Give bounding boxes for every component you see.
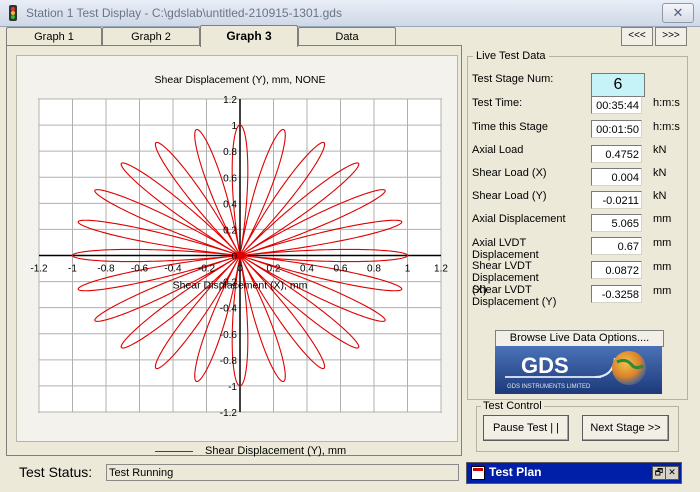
- axial-lvdt-value: 0.67: [591, 237, 642, 255]
- axial-displacement-value: 5.065: [591, 214, 642, 232]
- chart-area: -1.2 -1 -0.8 -0.6 -0.4 -0.2 0 0.2 0.4 0.6 0.8 1 1.2 1…: [16, 55, 458, 442]
- test-status-label: Test Status:: [19, 464, 93, 480]
- stage-num-label: Test Stage Num:: [472, 73, 554, 85]
- browse-live-data-options-button[interactable]: Browse Live Data Options....: [495, 330, 664, 347]
- y-tick-label: -0.4: [220, 304, 238, 315]
- stage-num-value: 6: [591, 73, 645, 97]
- shear-load-y-unit: kN: [653, 190, 667, 202]
- traffic-light-icon: [9, 5, 17, 21]
- tab-graph-2[interactable]: Graph 2: [102, 27, 200, 46]
- x-tick-label: 0.2: [267, 264, 281, 275]
- axial-displacement-label: Axial Displacement: [472, 213, 566, 225]
- test-plan-restore-button[interactable]: 🗗: [652, 466, 666, 480]
- chart-title: Shear Displacement (Y), mm, NONE: [155, 74, 326, 86]
- x-tick-label: 1.2: [434, 264, 448, 275]
- window-title: Station 1 Test Display - C:\gdslab\untit…: [26, 6, 342, 20]
- window-close-button[interactable]: ✕: [662, 3, 694, 23]
- x-axis-label: Shear Displacement (X), mm: [173, 280, 308, 292]
- shear-displacement-chart: -1.2 -1 -0.8 -0.6 -0.4 -0.2 0 0.2 0.4 0.6 0.8 1 1.2 1…: [30, 74, 448, 419]
- x-tick-label: 0.4: [300, 264, 314, 275]
- test-time-value: 00:35:44: [591, 96, 642, 114]
- test-status-field: Test Running: [106, 464, 459, 481]
- shear-load-x-value: 0.004: [591, 168, 642, 186]
- y-tick-label: 0.8: [223, 147, 237, 158]
- gds-logo-subtext: GDS INSTRUMENTS LIMITED: [507, 384, 591, 390]
- stage-time-unit: h:m:s: [653, 121, 680, 133]
- test-plan-title: Test Plan: [489, 465, 542, 479]
- y-tick-label: -0.6: [220, 330, 238, 341]
- shear-load-y-value: -0.0211: [591, 191, 642, 209]
- next-stage-button[interactable]: Next Stage >>: [582, 415, 669, 441]
- scroll-tabs-left-button[interactable]: <<<: [621, 27, 653, 46]
- shear-lvdt-x-unit: mm: [653, 261, 672, 273]
- y-tick-label: 0.4: [223, 199, 237, 210]
- live-data-title: Live Test Data: [473, 50, 549, 62]
- x-tick-label: 1: [405, 264, 411, 275]
- test-control-title: Test Control: [481, 400, 544, 412]
- y-tick-label: 0.6: [223, 173, 237, 184]
- test-plan-close-button[interactable]: ✕: [665, 466, 679, 480]
- x-tick-label: 0.6: [334, 264, 348, 275]
- axial-lvdt-unit: mm: [653, 237, 672, 249]
- axial-load-value: 0.4752: [591, 145, 642, 163]
- scroll-tabs-right-button[interactable]: >>>: [655, 27, 687, 46]
- axial-displacement-unit: mm: [653, 213, 672, 225]
- x-tick-label: 0: [237, 264, 243, 275]
- axial-load-unit: kN: [653, 144, 667, 156]
- shear-load-y-label: Shear Load (Y): [472, 190, 547, 202]
- test-plan-icon: [471, 466, 485, 480]
- shear-load-x-label: Shear Load (X): [472, 167, 547, 179]
- legend-label: Shear Displacement (Y), mm: [205, 445, 347, 457]
- stage-time-label: Time this Stage: [472, 121, 549, 133]
- test-time-label: Test Time:: [472, 97, 523, 109]
- tab-data[interactable]: Data: [298, 27, 396, 46]
- y-tick-label: -1: [228, 382, 237, 393]
- tab-graph-1[interactable]: Graph 1: [6, 27, 102, 46]
- stage-time-value: 00:01:50: [591, 120, 642, 138]
- gds-logo-text: GDS: [521, 353, 569, 378]
- y-tick-label: 0: [231, 252, 237, 263]
- pause-test-button[interactable]: Pause Test | |: [483, 415, 569, 441]
- axial-load-label: Axial Load: [472, 144, 524, 156]
- y-tick-label: -0.8: [220, 356, 238, 367]
- tab-graph-3[interactable]: Graph 3: [200, 25, 298, 47]
- test-time-unit: h:m:s: [653, 97, 680, 109]
- x-tick-label: -1.2: [30, 264, 48, 275]
- y-tick-label: 1.2: [223, 95, 237, 106]
- legend-line-marker: [155, 451, 193, 452]
- x-tick-label: -0.4: [164, 264, 182, 275]
- x-tick-label: -1: [68, 264, 77, 275]
- axial-lvdt-label: Axial LVDT Displacement: [472, 237, 539, 261]
- x-tick-label: -0.6: [131, 264, 149, 275]
- shear-load-x-unit: kN: [653, 167, 667, 179]
- shear-lvdt-y-label: Shear LVDT Displacement (Y): [472, 284, 557, 308]
- x-tick-label: -0.2: [198, 264, 216, 275]
- shear-lvdt-y-unit: mm: [653, 285, 672, 297]
- gds-logo: GDS GDS INSTRUMENTS LIMITED: [495, 346, 662, 394]
- y-tick-label: 0.2: [223, 225, 237, 236]
- x-tick-label: 0.8: [367, 264, 381, 275]
- shear-lvdt-y-value: -0.3258: [591, 285, 642, 303]
- x-tick-label: -0.8: [97, 264, 115, 275]
- y-tick-label: -1.2: [220, 408, 238, 419]
- y-tick-label: 1: [231, 121, 237, 132]
- shear-lvdt-x-value: 0.0872: [591, 261, 642, 279]
